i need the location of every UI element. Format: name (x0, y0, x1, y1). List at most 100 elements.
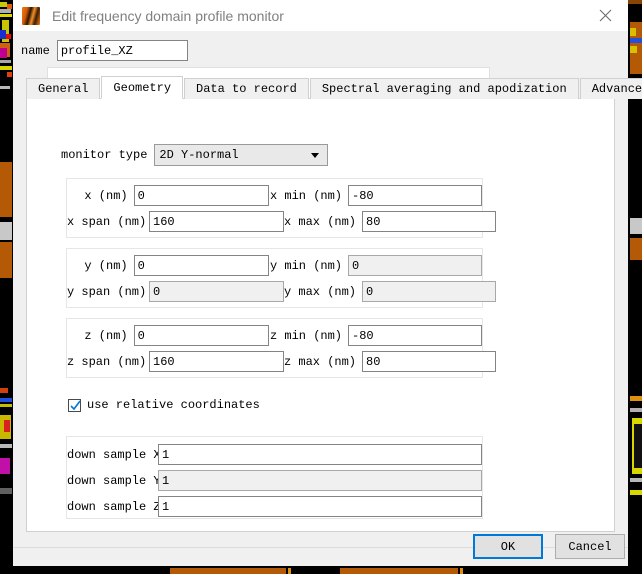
background-artifact (340, 568, 458, 574)
background-artifact (0, 388, 8, 393)
x-label: x (nm) (84, 188, 128, 203)
down-sample-z-row: down sample Z (67, 496, 482, 517)
background-artifact (630, 38, 642, 43)
lumerical-wave-icon (22, 6, 40, 25)
y-min-label: y min (nm) (269, 258, 342, 273)
background-artifact (0, 60, 11, 63)
down-sample-z-input[interactable] (158, 496, 482, 517)
background-artifact (4, 420, 10, 432)
background-artifact (0, 242, 12, 278)
x-span-input[interactable] (149, 211, 284, 232)
z-span-label: z span (nm) (67, 354, 147, 369)
z-min-input[interactable] (348, 325, 482, 346)
name-row: name (21, 40, 188, 61)
y-max-label: y max (nm) (284, 284, 357, 299)
cancel-button[interactable]: Cancel (555, 534, 625, 559)
x-input[interactable] (133, 185, 269, 206)
chevron-down-icon (311, 152, 320, 158)
tab-data-to-record[interactable]: Data to record (184, 78, 309, 99)
x-row: x (nm) x min (nm) (67, 185, 482, 206)
y-label: y (nm) (84, 258, 128, 273)
background-artifact (0, 9, 11, 13)
y-span-label: y span (nm) (67, 284, 147, 299)
x-span-row: x span (nm) x max (nm) (67, 211, 497, 232)
background-artifact (288, 568, 291, 574)
tab-bar: General Geometry Data to record Spectral… (26, 76, 642, 99)
z-input[interactable] (133, 325, 269, 346)
z-coordinate-group: z (nm) z min (nm) z span (nm) z max (nm) (66, 318, 497, 378)
z-min-label: z min (nm) (269, 328, 342, 343)
x-max-input[interactable] (362, 211, 497, 232)
background-artifact (0, 66, 12, 70)
background-artifact (460, 568, 463, 574)
z-max-label: z max (nm) (284, 354, 357, 369)
background-artifact (0, 404, 12, 407)
y-span-input (149, 281, 284, 302)
down-sample-x-input[interactable] (158, 444, 482, 465)
down-sample-x-row: down sample X (67, 444, 482, 465)
tab-advanced[interactable]: Advanced (579, 78, 642, 99)
x-min-label: x min (nm) (269, 188, 342, 203)
background-artifact (630, 478, 642, 482)
down-sample-y-row: down sample Y (67, 470, 482, 491)
name-label: name (21, 43, 50, 58)
monitor-type-select[interactable]: 2D Y-normal (154, 144, 329, 166)
tab-spectral-averaging-and-apodization[interactable]: Spectral averaging and apodization (309, 78, 579, 99)
y-coordinate-group: y (nm) y min (nm) y span (nm) y max (nm) (66, 248, 497, 308)
use-relative-coordinates-checkbox[interactable] (68, 398, 81, 412)
monitor-type-value: 2D Y-normal (159, 148, 239, 162)
y-row: y (nm) y min (nm) (67, 255, 482, 276)
x-min-input[interactable] (348, 185, 482, 206)
use-relative-coordinates-row[interactable]: use relative coordinates (68, 398, 260, 412)
background-artifact (634, 424, 642, 468)
background-artifact (170, 568, 286, 574)
z-span-row: z span (nm) z max (nm) (67, 351, 497, 372)
edit-monitor-dialog: Edit frequency domain profile monitor na… (13, 0, 642, 566)
background-artifact (630, 238, 642, 260)
z-row: z (nm) z min (nm) (67, 325, 482, 346)
tab-geometry[interactable]: Geometry (101, 76, 184, 99)
x-max-label: x max (nm) (284, 214, 357, 229)
checkmark-icon (70, 400, 81, 410)
background-artifact (0, 566, 642, 574)
background-artifact (630, 490, 642, 495)
y-min-input (348, 255, 482, 276)
dialog-titlebar: Edit frequency domain profile monitor (13, 0, 628, 31)
background-artifact (0, 458, 10, 474)
background-artifact (0, 222, 12, 240)
background-artifact (6, 34, 11, 39)
background-artifact (0, 162, 12, 217)
background-artifact (0, 14, 12, 17)
use-relative-coordinates-label: use relative coordinates (87, 398, 260, 412)
background-artifact (0, 86, 10, 89)
x-span-label: x span (nm) (67, 214, 147, 229)
name-input[interactable] (56, 40, 188, 61)
background-artifact (630, 218, 642, 234)
z-max-input[interactable] (362, 351, 497, 372)
y-input[interactable] (133, 255, 269, 276)
background-artifact (7, 72, 12, 77)
background-artifact (630, 28, 636, 36)
close-icon[interactable] (582, 0, 628, 31)
x-coordinate-group: x (nm) x min (nm) x span (nm) x max (nm) (66, 178, 497, 238)
down-sample-y-label: down sample Y (67, 473, 161, 488)
background-artifact (630, 396, 642, 401)
down-sample-z-label: down sample Z (67, 499, 161, 514)
down-sample-group: down sample X down sample Y down sample … (66, 436, 483, 519)
background-artifact (0, 488, 12, 494)
monitor-type-label: monitor type (61, 148, 148, 162)
tab-general[interactable]: General (26, 78, 101, 99)
monitor-type-row: monitor type 2D Y-normal (61, 144, 329, 166)
down-sample-x-label: down sample X (67, 447, 161, 462)
z-span-input[interactable] (149, 351, 284, 372)
ok-button[interactable]: OK (473, 534, 543, 559)
background-artifact (0, 2, 7, 7)
z-label: z (nm) (84, 328, 128, 343)
background-artifact (630, 408, 642, 412)
background-artifact (0, 444, 12, 448)
dialog-body: name General Geometry Data to record Spe… (13, 31, 642, 566)
background-artifact (628, 0, 642, 4)
background-artifact (630, 46, 637, 53)
background-artifact (0, 48, 7, 58)
dialog-title: Edit frequency domain profile monitor (52, 7, 284, 24)
